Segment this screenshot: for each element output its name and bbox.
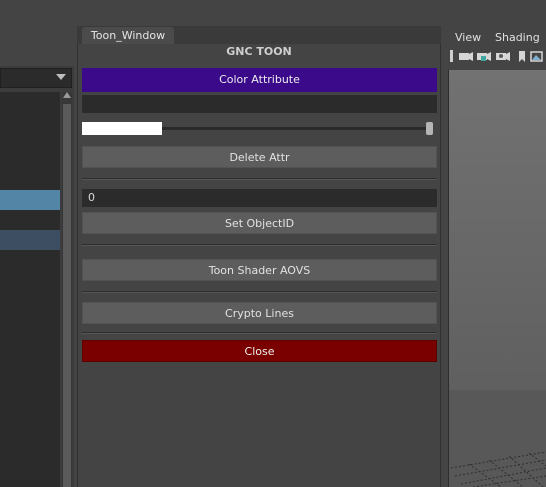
camera-lock-icon[interactable] [477, 52, 491, 61]
image-plane-icon[interactable] [530, 51, 543, 62]
scroll-up-arrow-icon[interactable] [63, 92, 71, 98]
set-object-id-button[interactable]: Set ObjectID [82, 212, 437, 234]
menu-view[interactable]: View [455, 31, 481, 44]
tab-toon-window[interactable]: Toon_Window [82, 27, 174, 44]
separator [82, 291, 437, 293]
outliner-highlighted-row[interactable] [0, 230, 60, 250]
outliner-selected-row[interactable] [0, 190, 60, 210]
close-button[interactable]: Close [82, 340, 437, 362]
color-slider-track[interactable] [160, 127, 428, 130]
image-plane-icon[interactable] [450, 50, 453, 62]
color-attribute-field[interactable] [82, 95, 437, 113]
viewport-grid [450, 451, 546, 487]
bookmark-icon[interactable] [519, 51, 525, 62]
color-swatch[interactable] [82, 122, 162, 135]
top-strip [0, 0, 546, 26]
crypto-lines-button[interactable]: Crypto Lines [82, 302, 437, 324]
separator [82, 332, 437, 334]
color-slider-handle[interactable] [426, 122, 433, 135]
outliner-header [0, 42, 74, 66]
scrollbar-thumb[interactable] [63, 104, 71, 487]
window-heading: GNC TOON [226, 45, 292, 58]
viewport-toolbar [450, 50, 543, 62]
outliner-list[interactable] [0, 92, 60, 487]
camera-icon[interactable] [459, 52, 473, 61]
viewport-background [449, 70, 546, 400]
camera-attributes-icon[interactable] [496, 52, 510, 61]
delete-attr-button[interactable]: Delete Attr [82, 146, 437, 168]
separator [82, 178, 437, 180]
toon-shader-aovs-button[interactable]: Toon Shader AOVS [82, 259, 437, 281]
separator [82, 244, 437, 246]
chevron-down-icon[interactable] [56, 74, 66, 80]
object-id-field[interactable]: 0 [82, 189, 437, 207]
color-attribute-button[interactable]: Color Attribute [82, 68, 437, 92]
menu-shading[interactable]: Shading [495, 31, 540, 44]
